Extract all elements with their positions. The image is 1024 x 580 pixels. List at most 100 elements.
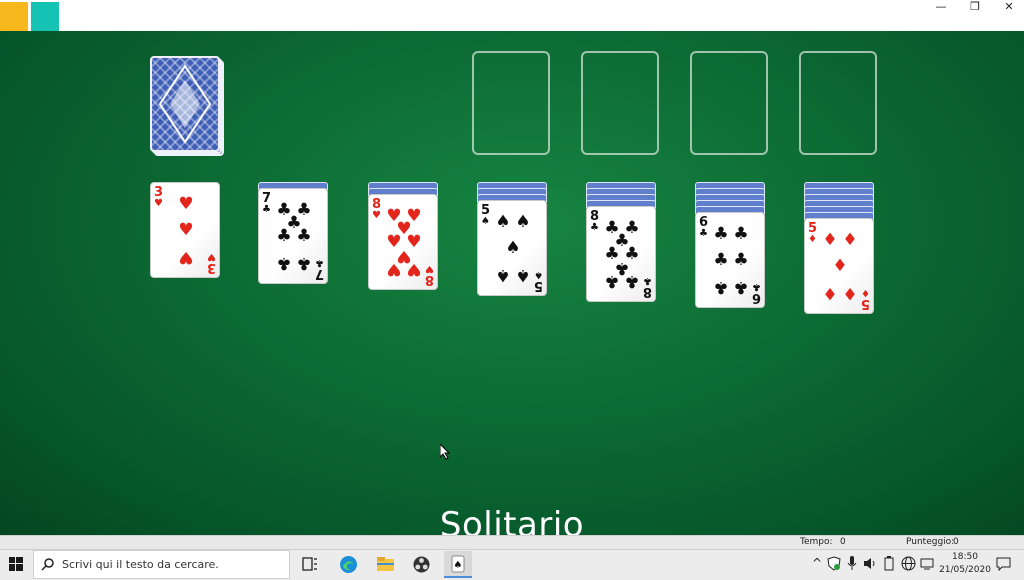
card-corner-index: 8 ♣ xyxy=(642,275,652,299)
tableau-card[interactable]: 8 ♣ 8 ♣ ♣ ♣ ♣ ♣ ♣ ♣ ♣ ♣ xyxy=(586,206,656,302)
card-rank: 8 xyxy=(642,284,652,299)
tableau-card[interactable]: 6 ♣ 6 ♣ ♣ ♣ ♣ ♣ ♣ ♣ xyxy=(695,212,765,308)
file-explorer-icon[interactable] xyxy=(376,556,395,572)
solitaire-app-icon: ♠ xyxy=(451,555,465,573)
app-tile-yellow[interactable] xyxy=(0,2,28,31)
card-pip-icon: ♠ xyxy=(515,212,531,233)
tableau-card[interactable]: 5 ♠ 5 ♠ ♠ ♠ ♠ ♠ ♠ xyxy=(477,200,547,296)
card-corner-index: 6 ♣ xyxy=(751,281,761,305)
tableau-card[interactable]: 8 ♥ 8 ♥ ♥ ♥ ♥ ♥ ♥ ♥ ♥ ♥ xyxy=(368,194,438,290)
card-suit-icon: ♣ xyxy=(752,281,761,292)
windows-start-icon[interactable] xyxy=(9,557,23,571)
restore-button[interactable]: ❐ xyxy=(958,0,992,16)
card-pip-icon: ♠ xyxy=(515,264,531,285)
card-pip-icon: ♦ xyxy=(822,282,838,303)
card-pip-icon: ♦ xyxy=(842,230,858,251)
connect-device-icon[interactable] xyxy=(920,557,934,570)
card-pip-icon: ♦ xyxy=(832,256,848,276)
defender-shield-icon[interactable] xyxy=(827,556,841,571)
edge-browser-icon[interactable] xyxy=(339,555,358,574)
card-suit-icon: ♣ xyxy=(699,228,708,239)
time-label: Tempo: xyxy=(800,537,833,547)
card-corner-index: 7 ♣ xyxy=(314,257,324,281)
score-value: 0 xyxy=(953,537,959,547)
score-label: Punteggio: xyxy=(906,537,955,547)
card-rank: 6 xyxy=(751,290,761,305)
card-rank: 7 xyxy=(314,266,324,281)
foundation-slot-3[interactable] xyxy=(690,51,768,155)
card-pip-icon: ♣ xyxy=(733,276,749,297)
card-rank: 5 xyxy=(533,278,543,293)
card-corner-index: 6 ♣ xyxy=(699,216,708,239)
svg-text:♠: ♠ xyxy=(454,560,463,571)
card-back-ornament-icon xyxy=(158,64,212,144)
tableau-card[interactable]: 3 ♥ 3 ♥ ♥ ♥ ♥ xyxy=(150,182,220,278)
tray-chevron-icon[interactable]: ^ xyxy=(812,556,822,570)
battery-icon[interactable] xyxy=(884,556,894,571)
foundation-slot-2[interactable] xyxy=(581,51,659,155)
tableau-card[interactable]: 7 ♣ 7 ♣ ♣ ♣ ♣ ♣ ♣ ♣ ♣ xyxy=(258,188,328,284)
card-suit-icon: ♥ xyxy=(372,210,381,221)
stock-pile[interactable] xyxy=(150,56,220,152)
search-icon xyxy=(41,558,54,571)
card-pip-icon: ♦ xyxy=(822,230,838,251)
card-pip-icon: ♣ xyxy=(713,276,729,297)
card-pip-icon: ♥ xyxy=(178,194,194,215)
minimize-button[interactable]: — xyxy=(924,0,958,16)
card-pip-icon: ♣ xyxy=(604,270,620,291)
card-corner-index: 3 ♥ xyxy=(206,251,216,275)
close-button[interactable]: ✕ xyxy=(992,0,1024,16)
card-suit-icon: ♣ xyxy=(590,222,599,233)
card-corner-index: 5 ♠ xyxy=(481,204,490,227)
card-suit-icon: ♥ xyxy=(154,198,163,209)
card-rank: 5 xyxy=(860,296,870,311)
obs-recorder-icon[interactable] xyxy=(413,556,430,573)
foundation-slot-1[interactable] xyxy=(472,51,550,155)
time-value: 0 xyxy=(840,537,846,547)
card-suit-icon: ♥ xyxy=(425,263,434,274)
card-rank: 3 xyxy=(206,260,216,275)
card-corner-index: 3 ♥ xyxy=(154,186,163,209)
card-pip-icon: ♠ xyxy=(495,264,511,285)
card-suit-icon: ♦ xyxy=(861,287,870,298)
card-corner-index: 8 ♥ xyxy=(372,198,381,221)
card-pip-icon: ♣ xyxy=(296,226,312,246)
microphone-icon[interactable] xyxy=(847,555,857,571)
card-pip-icon: ♥ xyxy=(386,258,402,279)
status-bar xyxy=(0,535,1024,550)
card-corner-index: 8 ♥ xyxy=(424,263,434,287)
card-pip-icon: ♣ xyxy=(276,226,292,246)
card-corner-index: 5 ♠ xyxy=(533,269,543,293)
card-pip-icon: ♣ xyxy=(713,250,729,270)
title-bar xyxy=(0,0,1024,31)
card-suit-icon: ♥ xyxy=(207,251,216,262)
foundation-slot-4[interactable] xyxy=(799,51,877,155)
app-tile-teal[interactable] xyxy=(31,2,59,31)
volume-icon[interactable] xyxy=(863,557,877,570)
card-pip-icon: ♣ xyxy=(296,252,312,273)
card-rank: 8 xyxy=(424,272,434,287)
card-pip-icon: ♥ xyxy=(178,220,194,240)
card-corner-index: 5 ♦ xyxy=(860,287,870,311)
card-pip-icon: ♥ xyxy=(406,258,422,279)
task-view-icon[interactable] xyxy=(302,557,318,571)
card-corner-index: 7 ♣ xyxy=(262,192,271,215)
card-pip-icon: ♦ xyxy=(842,282,858,303)
card-pip-icon: ♣ xyxy=(276,252,292,273)
card-corner-index: 5 ♦ xyxy=(808,222,817,245)
clock-time[interactable]: 18:50 xyxy=(945,552,985,562)
card-suit-icon: ♠ xyxy=(534,269,543,280)
card-pip-icon: ♠ xyxy=(505,238,521,258)
network-globe-icon[interactable] xyxy=(901,556,916,571)
card-suit-icon: ♣ xyxy=(262,204,271,215)
card-suit-icon: ♣ xyxy=(643,275,652,286)
mouse-cursor-icon xyxy=(440,444,450,460)
card-pip-icon: ♣ xyxy=(733,250,749,270)
tableau-card[interactable]: 5 ♦ 5 ♦ ♦ ♦ ♦ ♦ ♦ xyxy=(804,218,874,314)
card-suit-icon: ♣ xyxy=(315,257,324,268)
card-pip-icon: ♣ xyxy=(733,224,749,245)
clock-date[interactable]: 21/05/2020 xyxy=(937,565,993,575)
notifications-icon[interactable] xyxy=(996,556,1011,571)
card-pip-icon: ♣ xyxy=(624,270,640,291)
card-pip-icon: ♥ xyxy=(178,246,194,267)
